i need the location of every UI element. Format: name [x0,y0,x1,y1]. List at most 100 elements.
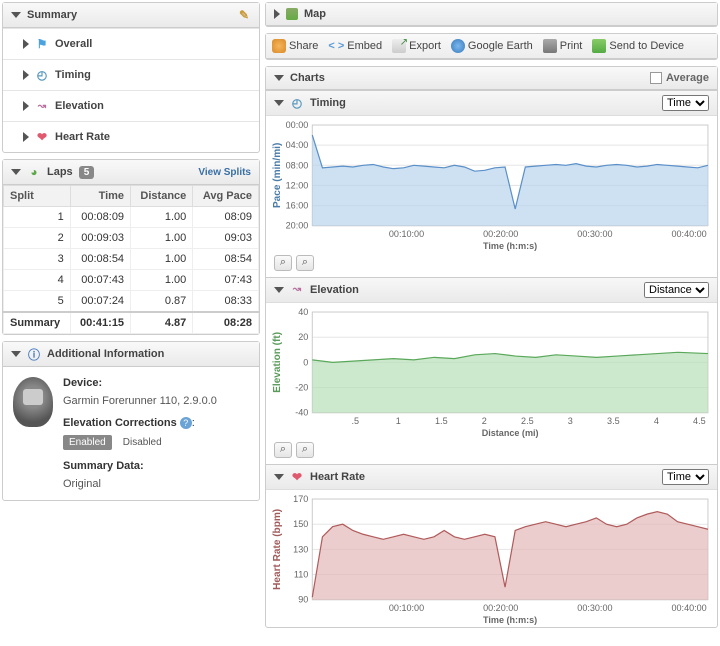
expand-icon [23,101,29,111]
elevation-chart-header[interactable]: ↝ Elevation Distance [266,277,717,303]
svg-text:-20: -20 [295,382,308,392]
svg-text:150: 150 [293,519,308,529]
globe-icon [451,39,465,53]
elevation-chart-title: Elevation [310,284,359,296]
elev-corr-label: Elevation Corrections [63,417,177,429]
svg-text:00:20:00: 00:20:00 [483,603,518,613]
collapse-icon [274,474,284,480]
expand-icon [23,132,29,142]
svg-text:.5: .5 [352,416,360,426]
pencil-icon[interactable]: ✎ [237,8,251,22]
print-button[interactable]: Print [543,39,583,53]
charts-header[interactable]: Charts Average [266,67,717,90]
heart-icon: ❤ [290,470,304,484]
summary-timing[interactable]: ◴ Timing [3,59,259,90]
table-row[interactable]: 100:08:091.0008:09 [4,207,259,228]
svg-text:00:20:00: 00:20:00 [483,229,518,239]
additional-title: Additional Information [47,348,164,360]
elevation-dropdown[interactable]: Distance [644,282,709,298]
heartrate-chart-header[interactable]: ❤ Heart Rate Time [266,464,717,490]
zoom-out-button[interactable]: ⌕ [274,442,292,458]
svg-text:Elevation (ft): Elevation (ft) [272,332,283,393]
svg-text:00:10:00: 00:10:00 [389,229,424,239]
svg-text:3.5: 3.5 [607,416,620,426]
svg-text:20: 20 [298,332,308,342]
zoom-in-button[interactable]: ⌕ [296,255,314,271]
device-icon [592,39,606,53]
svg-text:00:40:00: 00:40:00 [671,229,706,239]
svg-text:1.5: 1.5 [435,416,448,426]
svg-text:1: 1 [396,416,401,426]
timing-dropdown[interactable]: Time [662,95,709,111]
share-button[interactable]: Share [272,39,318,53]
svg-text:Time (h:m:s): Time (h:m:s) [483,241,537,251]
export-button[interactable]: ↗Export [392,39,441,53]
embed-button[interactable]: < >Embed [328,40,382,52]
average-label: Average [666,72,709,84]
flag-icon: ⚑ [35,37,49,51]
summary-panel: Summary ✎ ⚑ Overall ◴ Timing ↝ Elevation [2,2,260,153]
print-icon [543,39,557,53]
collapse-icon [274,75,284,81]
summary-item-label: Heart Rate [55,131,110,143]
svg-text:Time (h:m:s): Time (h:m:s) [483,615,537,625]
laps-header[interactable]: ◕ Laps 5 View Splits [3,160,259,185]
table-row[interactable]: 300:08:541.0008:54 [4,249,259,270]
timing-chart: 00:0004:0008:0012:0016:0020:0000:10:0000… [266,116,717,253]
table-row[interactable]: 500:07:240.8708:33 [4,291,259,313]
share-icon [272,39,286,53]
svg-text:0: 0 [303,357,308,367]
svg-text:00:30:00: 00:30:00 [577,229,612,239]
collapse-icon [11,351,21,357]
summary-item-label: Overall [55,38,92,50]
device-image [13,377,53,427]
toolbar-panel: Share < >Embed ↗Export Google Earth Prin… [265,33,718,60]
view-splits-link[interactable]: View Splits [198,167,251,178]
laps-icon: ◕ [27,165,41,179]
help-icon[interactable]: ? [180,417,192,429]
additional-info-panel: ⓘ Additional Information Device: Garmin … [2,341,260,501]
svg-text:08:00: 08:00 [286,160,309,170]
laps-th-time: Time [70,186,130,207]
summary-elevation[interactable]: ↝ Elevation [3,90,259,121]
svg-text:00:10:00: 00:10:00 [389,603,424,613]
laps-panel: ◕ Laps 5 View Splits Split Time Distance… [2,159,260,335]
charts-panel: Charts Average ◴ Timing Time 00:0004:000… [265,66,718,628]
disabled-button[interactable]: Disabled [115,435,168,450]
table-row[interactable]: 400:07:431.0007:43 [4,270,259,291]
charts-title: Charts [290,72,325,84]
summary-data-value: Original [63,478,217,490]
info-icon: ⓘ [27,347,41,361]
map-icon [286,8,298,20]
svg-text:00:00: 00:00 [286,120,309,130]
additional-header[interactable]: ⓘ Additional Information [3,342,259,367]
svg-text:40: 40 [298,307,308,317]
elevation-icon: ↝ [290,283,304,297]
laps-th-distance: Distance [131,186,193,207]
summary-heartrate[interactable]: ❤ Heart Rate [3,121,259,152]
heartrate-dropdown[interactable]: Time [662,469,709,485]
enabled-button[interactable]: Enabled [63,435,112,450]
zoom-in-button[interactable]: ⌕ [296,442,314,458]
svg-text:Distance (mi): Distance (mi) [482,428,539,438]
heart-icon: ❤ [35,130,49,144]
google-earth-button[interactable]: Google Earth [451,39,533,53]
timing-chart-header[interactable]: ◴ Timing Time [266,90,717,116]
summary-overall[interactable]: ⚑ Overall [3,28,259,59]
svg-text:4: 4 [654,416,659,426]
elevation-chart: -40-2002040.511.522.533.544.5Elevation (… [266,303,717,440]
collapse-icon [11,12,21,18]
summary-header[interactable]: Summary ✎ [3,3,259,28]
map-header[interactable]: Map [266,3,717,26]
collapse-icon [11,169,21,175]
summary-item-label: Elevation [55,100,104,112]
laps-th-split: Split [4,186,71,207]
svg-text:00:40:00: 00:40:00 [671,603,706,613]
zoom-out-button[interactable]: ⌕ [274,255,292,271]
send-to-device-button[interactable]: Send to Device [592,39,684,53]
export-icon: ↗ [392,39,406,53]
elevation-icon: ↝ [35,99,49,113]
summary-item-label: Timing [55,69,91,81]
average-checkbox[interactable] [650,72,662,84]
table-row[interactable]: 200:09:031.0009:03 [4,228,259,249]
